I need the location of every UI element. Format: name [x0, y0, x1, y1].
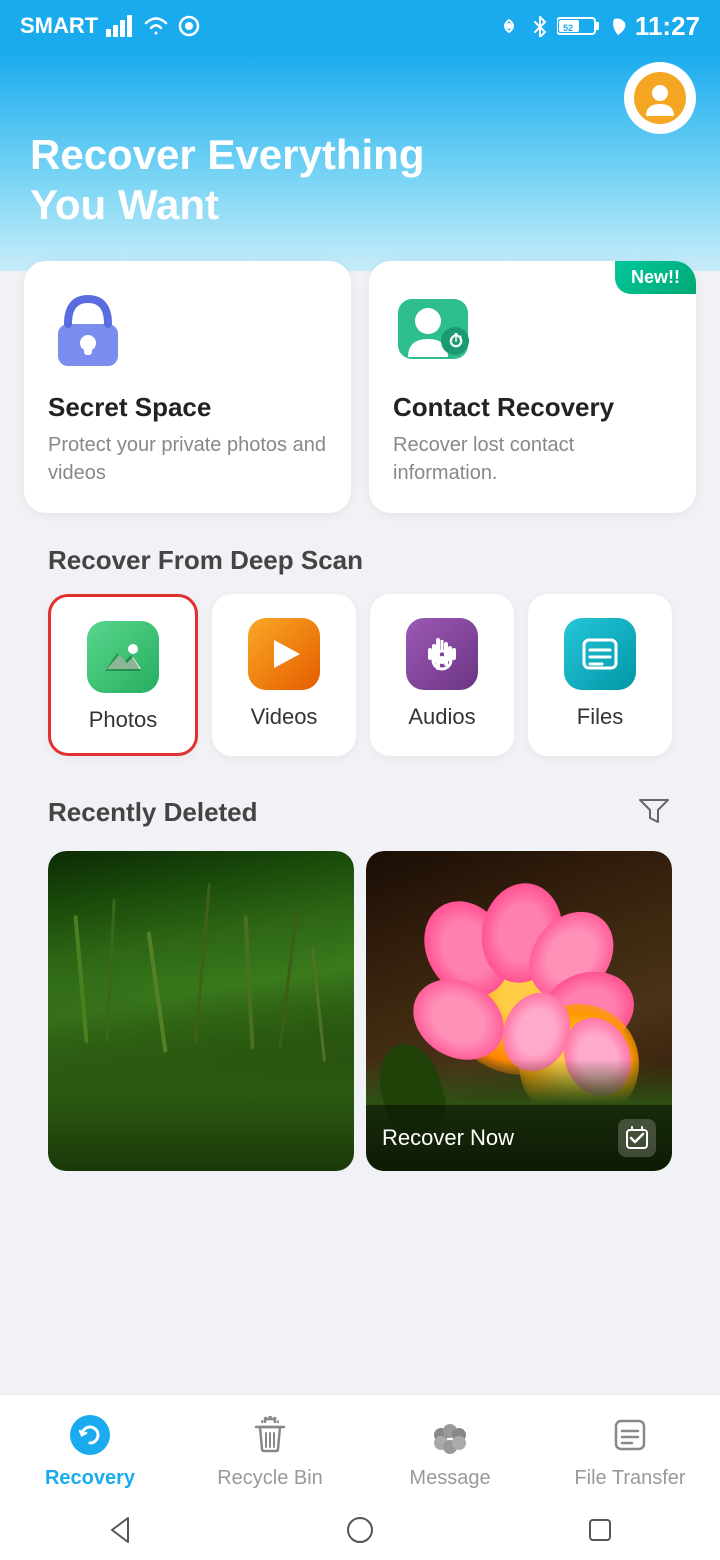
- bottom-nav: Recovery Recycle Bin: [0, 1394, 720, 1500]
- person-icon: [642, 80, 678, 116]
- filter-button[interactable]: [636, 792, 672, 833]
- back-button[interactable]: [104, 1514, 136, 1546]
- scan-item-audios[interactable]: Audios: [370, 594, 514, 756]
- home-button[interactable]: [344, 1514, 376, 1546]
- filter-icon: [636, 792, 672, 828]
- photos-label: Photos: [89, 707, 158, 733]
- svg-text:⏱: ⏱: [449, 331, 463, 351]
- photo-item-flowers[interactable]: Recover Now: [366, 851, 672, 1171]
- signal-icon: [106, 15, 134, 37]
- contact-recovery-card[interactable]: New!! ⏱ Contact Recovery Recover lost co…: [369, 261, 696, 513]
- contact-recovery-desc: Recover lost contact information.: [393, 431, 672, 487]
- recycle-bin-nav-label: Recycle Bin: [217, 1467, 323, 1490]
- new-badge: New!!: [615, 261, 696, 294]
- time-label: 11:27: [635, 11, 700, 42]
- scan-item-videos[interactable]: Videos: [212, 594, 356, 756]
- back-icon: [104, 1514, 136, 1546]
- secret-space-title: Secret Space: [48, 392, 327, 423]
- recently-deleted-title: Recently Deleted: [48, 797, 258, 828]
- file-transfer-nav-label: File Transfer: [574, 1467, 685, 1490]
- nav-item-recycle-bin[interactable]: Recycle Bin: [180, 1409, 360, 1490]
- avatar-icon: [634, 72, 686, 124]
- contact-icon: ⏱: [393, 289, 473, 369]
- recover-now-overlay[interactable]: Recover Now: [366, 1105, 672, 1171]
- videos-icon: [248, 618, 320, 690]
- recents-button[interactable]: [584, 1514, 616, 1546]
- recents-icon: [584, 1514, 616, 1546]
- recycle-bin-nav-icon: [244, 1409, 296, 1461]
- cards-section: Secret Space Protect your private photos…: [0, 261, 720, 1171]
- files-label: Files: [577, 704, 623, 730]
- header-title: Recover EverythingYou Want: [30, 130, 510, 231]
- lock-icon: [48, 289, 128, 369]
- audios-label: Audios: [408, 704, 475, 730]
- videos-label: Videos: [251, 704, 318, 730]
- photo-item-grass[interactable]: [48, 851, 354, 1171]
- photo-grid: Recover Now: [24, 851, 696, 1171]
- bluetooth-icon: [531, 15, 549, 37]
- scan-item-photos[interactable]: Photos: [48, 594, 198, 756]
- files-icon: [564, 618, 636, 690]
- header-area: Recover EverythingYou Want: [0, 52, 720, 271]
- message-nav-icon: [424, 1409, 476, 1461]
- wifi-icon: [142, 15, 170, 37]
- cards-row: Secret Space Protect your private photos…: [24, 261, 696, 513]
- battery-icon: 52: [557, 15, 601, 37]
- recovery-nav-icon: [64, 1409, 116, 1461]
- file-transfer-nav-icon: [604, 1409, 656, 1461]
- system-nav: [0, 1500, 720, 1560]
- nav-item-file-transfer[interactable]: File Transfer: [540, 1409, 720, 1490]
- carrier-label: SMART: [20, 13, 98, 39]
- svg-text:52: 52: [563, 23, 573, 33]
- data-icon: [178, 15, 200, 37]
- scan-item-files[interactable]: Files: [528, 594, 672, 756]
- message-nav-label: Message: [409, 1467, 490, 1490]
- scan-grid: Photos Videos Audios: [24, 594, 696, 756]
- contact-recovery-title: Contact Recovery: [393, 392, 672, 423]
- audios-icon: [406, 618, 478, 690]
- recover-now-text: Recover Now: [382, 1125, 514, 1151]
- recently-deleted-header: Recently Deleted: [24, 792, 696, 833]
- nav-item-recovery[interactable]: Recovery: [0, 1409, 180, 1490]
- secret-space-desc: Protect your private photos and videos: [48, 431, 327, 487]
- status-left: SMART: [20, 13, 200, 39]
- status-bar: SMART: [0, 0, 720, 52]
- status-right: 52 11:27: [495, 11, 700, 42]
- recover-icon: [618, 1119, 656, 1157]
- secret-space-card[interactable]: Secret Space Protect your private photos…: [24, 261, 351, 513]
- photos-icon: [87, 621, 159, 693]
- avatar-button[interactable]: [624, 62, 696, 134]
- deep-scan-label: Recover From Deep Scan: [24, 545, 696, 576]
- leaf-icon: [609, 15, 627, 37]
- home-icon: [344, 1514, 376, 1546]
- eye-icon: [495, 15, 523, 37]
- recovery-nav-label: Recovery: [45, 1467, 135, 1490]
- nav-item-message[interactable]: Message: [360, 1409, 540, 1490]
